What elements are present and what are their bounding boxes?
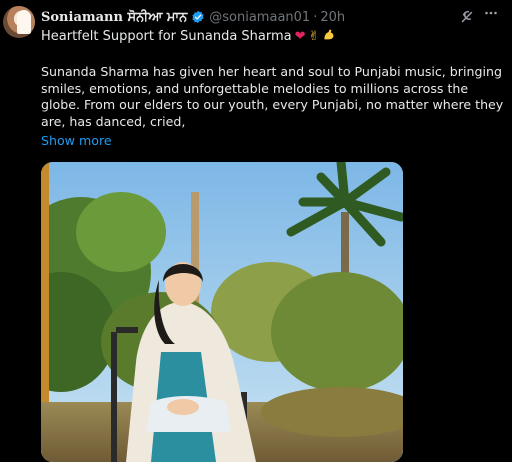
tweet-card[interactable]: Soniamann ਸੋਨੀਆ ਮਾਨ @soniamaan01 · 20h H…	[0, 0, 512, 462]
show-more-link[interactable]: Show more	[41, 133, 112, 148]
heart-emoji: ❤	[294, 28, 306, 44]
verified-badge-icon	[191, 10, 205, 24]
flexed-biceps-emoji	[322, 28, 335, 45]
display-name-punjabi[interactable]: ਸੋਨੀਆ ਮਾਨ	[128, 10, 188, 25]
grok-icon[interactable]	[459, 9, 475, 25]
tweet-header: Soniamann ਸੋਨੀਆ ਮਾਨ @soniamaan01 · 20h	[41, 8, 345, 26]
separator-dot: ·	[313, 9, 318, 25]
tweet-headline: Heartfelt Support for Sunanda Sharma ❤ ✌	[41, 26, 335, 46]
display-name-latin[interactable]: Soniamann	[41, 10, 123, 25]
display-name[interactable]: Soniamann ਸੋਨੀਆ ਮਾਨ	[41, 10, 187, 25]
tweet-body: Sunanda Sharma has given her heart and s…	[41, 64, 504, 129]
tweet-photo[interactable]	[41, 162, 403, 462]
user-handle[interactable]: @soniamaan01	[209, 10, 310, 25]
victory-hand-emoji: ✌	[308, 28, 320, 44]
more-options-icon[interactable]	[484, 6, 498, 24]
timestamp[interactable]: 20h	[320, 10, 345, 25]
headline-text: Heartfelt Support for Sunanda Sharma	[41, 28, 292, 44]
avatar[interactable]	[3, 6, 35, 38]
